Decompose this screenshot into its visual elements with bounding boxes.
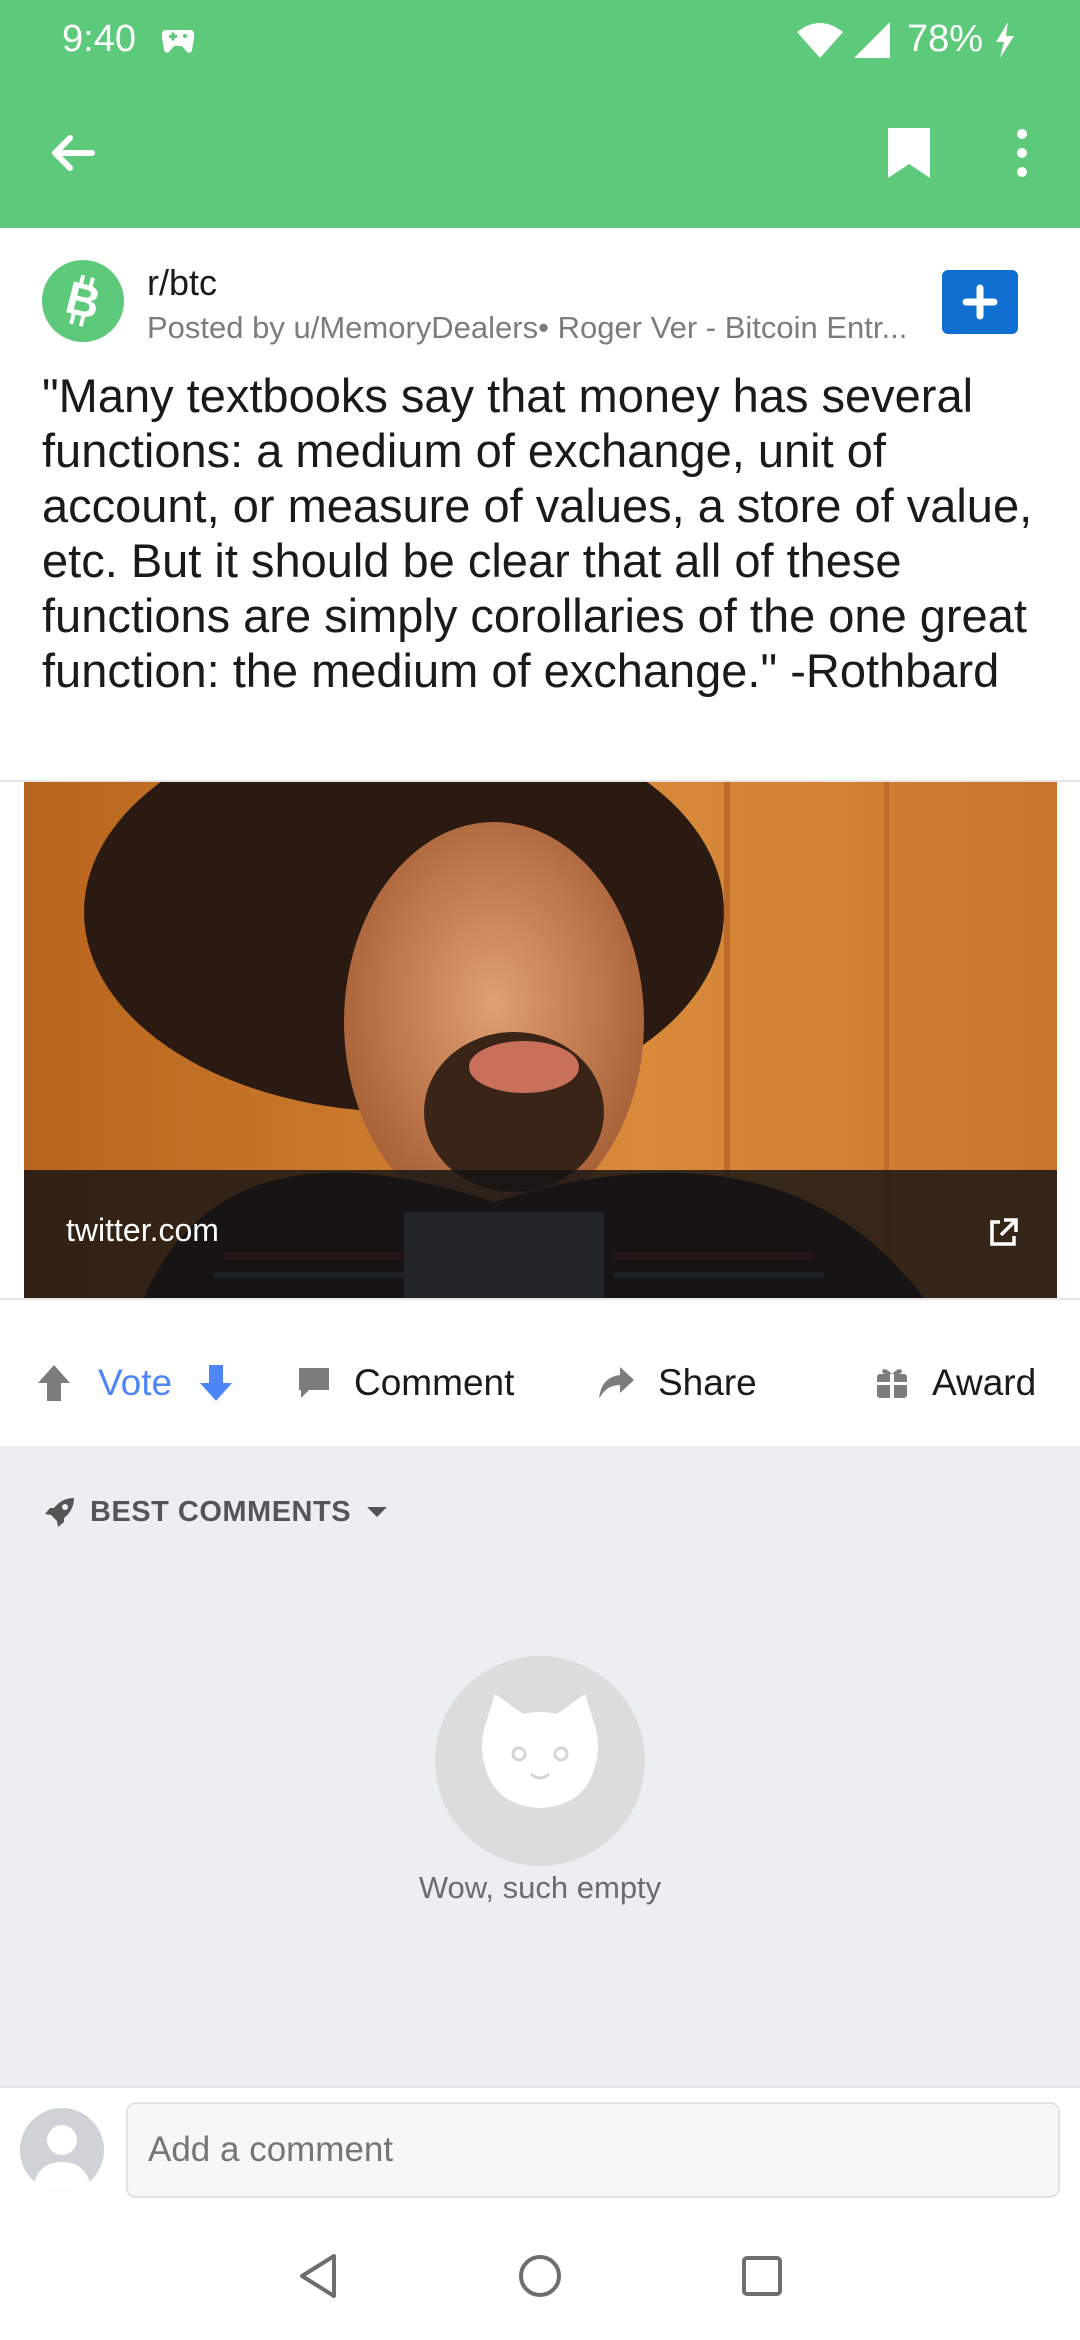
game-controller-icon [161,30,195,53]
downvote-button[interactable] [196,1356,236,1410]
downvote-arrow-icon [200,1365,232,1401]
empty-state-illustration [435,1656,645,1866]
upvote-arrow-icon [38,1365,70,1401]
nav-home-icon[interactable] [516,2252,564,2300]
empty-state-text: Wow, such empty [418,1870,662,1905]
bitcoin-icon: B [61,271,106,329]
share-arrow-icon [599,1367,634,1399]
post-title[interactable]: "Many textbooks say that money has sever… [42,368,1042,698]
status-time: 9:40 [62,18,136,60]
rocket-icon [45,1498,74,1527]
signal-icon [854,22,890,58]
comment-input[interactable] [126,2102,1060,2198]
award-label: Award [932,1362,1037,1403]
back-arrow-icon[interactable] [40,120,106,186]
gift-icon [877,1369,907,1398]
post-author-line[interactable]: Posted by u/MemoryDealers• Roger Ver - B… [147,310,927,346]
nav-back-icon[interactable] [296,2252,340,2300]
app-header: 9:40 78% [0,0,1080,228]
share-button[interactable]: Share [596,1356,757,1410]
share-label: Share [658,1362,757,1403]
subreddit-name[interactable]: r/btc [147,262,217,304]
more-vert-icon[interactable] [1004,120,1040,186]
join-subreddit-button[interactable] [942,270,1018,334]
external-link-icon[interactable] [984,1214,1022,1252]
cat-face-icon [482,1694,598,1808]
subreddit-avatar[interactable]: B [42,260,124,342]
comment-button[interactable]: Comment [296,1356,514,1410]
link-preview[interactable]: twitter.com [24,782,1057,1298]
award-button[interactable]: Award [874,1356,1036,1410]
chevron-down-icon [367,1507,388,1517]
user-silhouette-icon [32,2125,92,2192]
comment-label: Comment [354,1362,515,1403]
battery-percentage: 78% [907,18,984,60]
user-avatar[interactable] [20,2108,104,2192]
upvote-button[interactable] [34,1356,74,1410]
wifi-icon [797,23,843,58]
bookmark-icon[interactable] [880,120,938,186]
comment-bubble-icon [299,1368,329,1398]
charging-bolt-icon [996,22,1014,58]
link-domain: twitter.com [66,1212,219,1248]
comment-sort-dropdown[interactable]: BEST COMMENTS [42,1490,389,1534]
plus-icon [962,284,998,320]
nav-recents-icon[interactable] [740,2254,784,2298]
sort-label: BEST COMMENTS [90,1495,352,1528]
vote-label: Vote [98,1362,173,1403]
status-bar: 9:40 78% [0,0,1080,80]
